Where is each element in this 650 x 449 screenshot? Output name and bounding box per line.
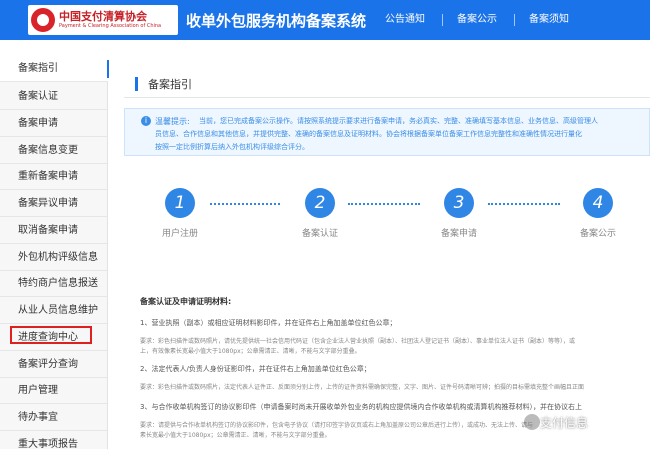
step-1-circle: 1 xyxy=(165,188,195,218)
page-title: 备案指引 xyxy=(148,78,192,91)
sidebar-item-cancel-filing[interactable]: 取消备案申请 xyxy=(0,218,108,244)
watermark: 支付信息 xyxy=(540,416,589,430)
system-title: 收单外包服务机构备案系统 xyxy=(186,12,367,30)
tip-text-line: 员信息、合作信息和其他信息，并提供完整、准确的备案信息及证明材料。协会将根据备案… xyxy=(155,130,582,138)
info-icon: i xyxy=(141,116,151,126)
step-3-circle: 3 xyxy=(444,188,474,218)
sidebar-item-filing-certification[interactable]: 备案认证 xyxy=(0,84,108,110)
wechat-watermark-icon xyxy=(524,414,540,430)
step-2-label: 备案认证 xyxy=(302,229,339,239)
tip-label: 温馨提示: xyxy=(155,117,190,126)
step-connector xyxy=(488,203,560,205)
step-1-label: 用户注册 xyxy=(162,229,199,239)
tip-text-line: 按照一定比例折算后纳入外包机构评级综合评分。 xyxy=(155,143,309,151)
sidebar-item-filing-info-change[interactable]: 备案信息变更 xyxy=(0,138,108,164)
logo-chinese-name: 中国支付清算协会 xyxy=(59,10,147,23)
tip-notice: i 温馨提示: 当前，您已完成备案公示操作。请按照系统提示要求进行备案申请，务必… xyxy=(124,108,650,156)
sidebar-item-user-management[interactable]: 用户管理 xyxy=(0,378,108,404)
sidebar-item-todo[interactable]: 待办事宜 xyxy=(0,405,108,431)
sidebar-item-merchant-report[interactable]: 特约商户信息报送 xyxy=(0,271,108,297)
material-requirement: 要求：彩色扫描件或数码照片，请优先提供统一社会信用代码证（包含企业法人营业执照（… xyxy=(140,338,576,345)
tip-text-line: 当前，您已完成备案公示操作。请按照系统提示要求进行备案申请，务必真实、完整、准确… xyxy=(199,117,598,125)
nav-filing-publicity[interactable]: 备案公示 xyxy=(457,0,497,40)
material-item: 2、法定代表人/负责人身份证影印件，并在证件右上角加盖单位红色公章； xyxy=(140,365,371,373)
association-emblem-icon xyxy=(31,8,55,32)
step-2-circle: 2 xyxy=(305,188,335,218)
page-title-bar: 备案指引 xyxy=(124,72,650,98)
materials-heading: 备案认证及申请证明材料: xyxy=(140,297,232,306)
sidebar-item-score-query[interactable]: 备案评分查询 xyxy=(0,352,108,378)
nav-filing-notice[interactable]: 备案须知 xyxy=(529,0,569,40)
sidebar-item-staff-info[interactable]: 从业人员信息维护 xyxy=(0,298,108,324)
top-header: 中国支付清算协会 Payment & Clearing Association … xyxy=(0,0,650,40)
sidebar-item-refiling-application[interactable]: 重新备案申请 xyxy=(0,164,108,190)
step-connector xyxy=(210,203,280,205)
material-requirement: 素长宽最小值大于1080px；公章需清正、清晰，不能与文字部分重叠。 xyxy=(140,432,331,439)
material-requirement: 上，有效像素长宽最小值大于1080px；公章需清正、清晰，不能与文字部分重叠。 xyxy=(140,348,361,355)
association-logo[interactable]: 中国支付清算协会 Payment & Clearing Association … xyxy=(28,5,178,35)
title-accent-bar xyxy=(135,77,138,91)
sidebar-item-filing-application[interactable]: 备案申请 xyxy=(0,111,108,137)
nav-announcements[interactable]: 公告通知 xyxy=(385,0,425,40)
logo-english-name: Payment & Clearing Association of China xyxy=(59,23,162,29)
step-connector xyxy=(348,203,420,205)
sidebar-item-filing-objection[interactable]: 备案异议申请 xyxy=(0,191,108,217)
material-requirement: 要求：请提供与合作收单机构签订的协议影印件，包含电子协议（请打印签字协议页或右上… xyxy=(140,422,534,429)
nav-divider xyxy=(514,14,515,26)
sidebar-item-filing-guide[interactable]: 备案指引 xyxy=(0,56,109,82)
sidebar-item-outsourcing-rating[interactable]: 外包机构评级信息 xyxy=(0,245,108,271)
step-3-label: 备案申请 xyxy=(441,229,478,239)
step-4-circle: 4 xyxy=(583,188,613,218)
material-requirement: 要求：彩色扫描件或数码照片，法定代表人证件正、反面须分别上传，上传的证件资料需确… xyxy=(140,384,585,391)
sidebar: 备案指引 备案认证 备案申请 备案信息变更 重新备案申请 备案异议申请 取消备案… xyxy=(0,56,109,449)
nav-divider xyxy=(442,14,443,26)
step-4-label: 备案公示 xyxy=(580,229,617,239)
annotation-highlight-box xyxy=(10,326,92,344)
material-item: 1、营业执照（副本）或相应证明材料影印件，并在证件右上角加盖单位红色公章； xyxy=(140,319,397,327)
material-item: 3、与合作收单机构签订的协议影印件（申请备案时尚未开展收单外包业务的机构应提供境… xyxy=(140,403,582,411)
sidebar-item-major-event-report[interactable]: 重大事项报告 xyxy=(0,432,108,449)
